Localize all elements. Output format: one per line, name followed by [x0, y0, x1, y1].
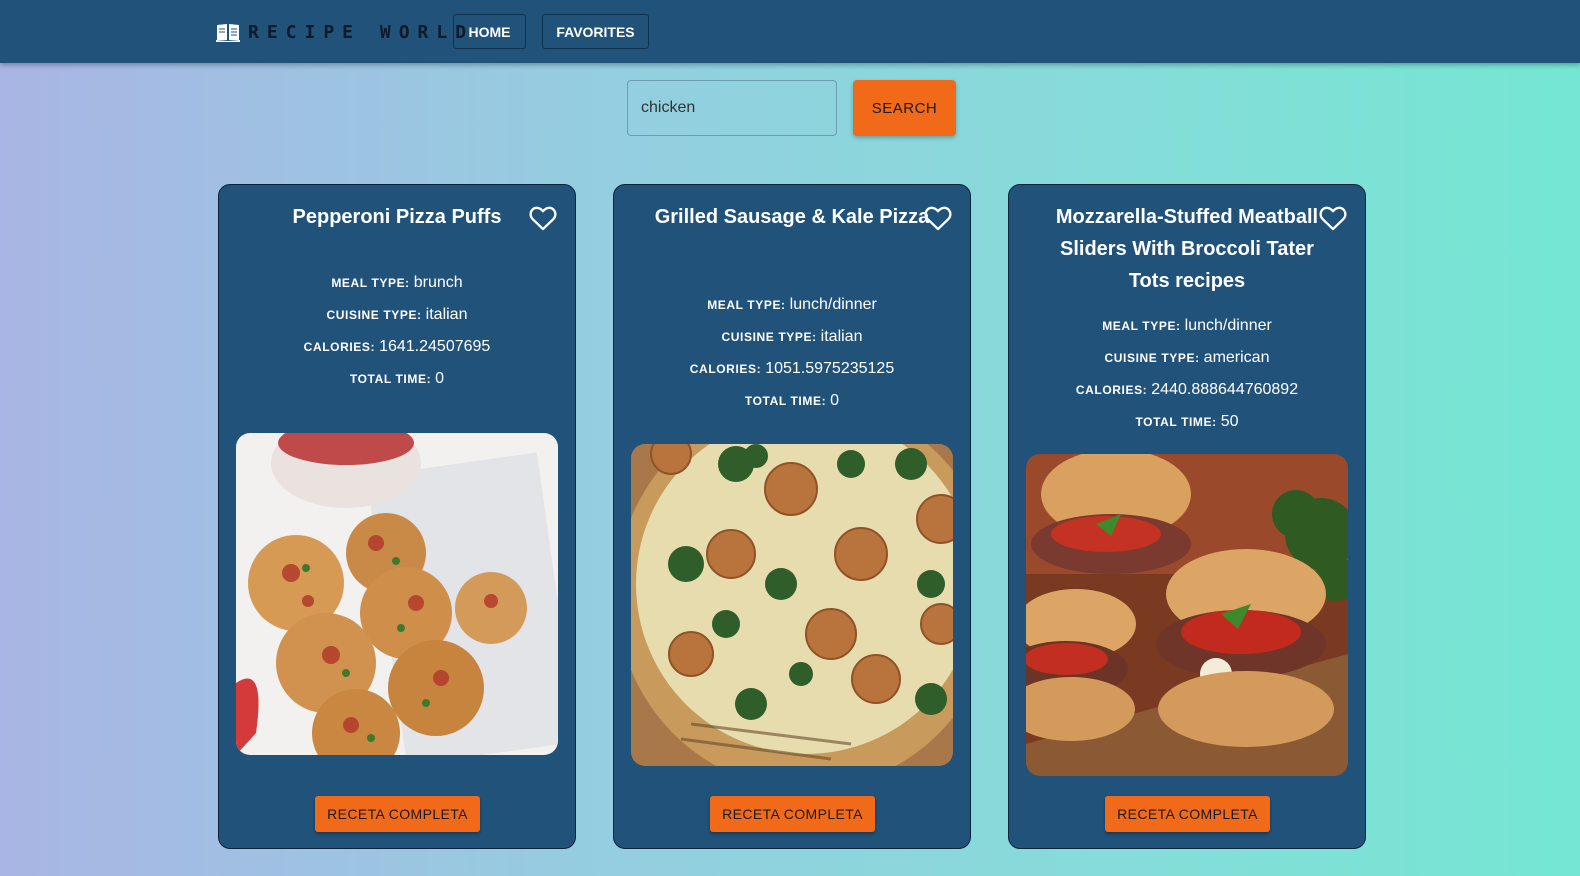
calories-value: 2440.888644760892 — [1151, 381, 1299, 398]
total-time-row: TOTAL TIME: 0 — [219, 363, 575, 395]
meal-type-row: MEAL TYPE: lunch/dinner — [614, 289, 970, 321]
calories-label: CALORIES: — [689, 362, 762, 376]
total-time-label: TOTAL TIME: — [1135, 415, 1217, 429]
recipe-meta: MEAL TYPE: brunch CUISINE TYPE: italian CA… — [219, 267, 575, 395]
recipe-meta: MEAL TYPE: lunch/dinner CUISINE TYPE: ital… — [614, 289, 970, 417]
cuisine-type-value: american — [1203, 349, 1270, 366]
recipe-image — [236, 433, 558, 755]
cuisine-type-label: CUISINE TYPE: — [326, 308, 422, 322]
total-time-value: 0 — [435, 370, 445, 387]
recipe-meta: MEAL TYPE: lunch/dinner CUISINE TYPE: amer… — [1009, 310, 1365, 438]
cuisine-type-label: CUISINE TYPE: — [721, 330, 817, 344]
recipe-image — [1026, 454, 1348, 776]
calories-row: CALORIES: 1641.24507695 — [219, 331, 575, 363]
meal-type-value: lunch/dinner — [1184, 317, 1272, 334]
recipe-title: Pepperoni Pizza Puffs — [292, 206, 502, 228]
heart-outline-icon[interactable] — [924, 205, 952, 231]
cuisine-type-row: CUISINE TYPE: american — [1009, 342, 1365, 374]
full-recipe-button[interactable]: RECETA COMPLETA — [1105, 796, 1270, 832]
home-button[interactable]: HOME — [453, 14, 526, 49]
top-navbar: RECIPE WORLD HOME FAVORITES — [0, 0, 1580, 63]
brand[interactable]: RECIPE WORLD — [216, 20, 474, 44]
recipe-image — [631, 444, 953, 766]
cuisine-type-row: CUISINE TYPE: italian — [614, 321, 970, 353]
favorites-button[interactable]: FAVORITES — [542, 14, 649, 49]
calories-label: CALORIES: — [303, 340, 376, 354]
calories-label: CALORIES: — [1075, 383, 1148, 397]
cuisine-type-row: CUISINE TYPE: italian — [219, 299, 575, 331]
total-time-value: 50 — [1220, 413, 1239, 430]
meal-type-label: MEAL TYPE: — [331, 276, 410, 290]
total-time-label: TOTAL TIME: — [744, 394, 827, 408]
cuisine-type-value: italian — [820, 328, 863, 345]
search-input[interactable] — [627, 80, 837, 136]
total-time-row: TOTAL TIME: 0 — [614, 385, 970, 417]
meal-type-value: lunch/dinner — [789, 296, 877, 313]
book-icon — [216, 24, 240, 42]
recipe-card: Mozzarella-Stuffed Meatball Sliders With… — [1008, 184, 1366, 849]
brand-title: RECIPE WORLD — [248, 21, 475, 43]
calories-value: 1641.24507695 — [379, 338, 491, 355]
cuisine-type-value: italian — [425, 306, 468, 323]
calories-value: 1051.5975235125 — [765, 360, 895, 377]
recipe-title: Mozzarella-Stuffed Meatball Sliders With… — [1055, 206, 1319, 292]
recipe-card: Pepperoni Pizza Puffs MEAL TYPE: brunch C… — [218, 184, 576, 849]
meal-type-value: brunch — [413, 274, 463, 291]
calories-row: CALORIES: 1051.5975235125 — [614, 353, 970, 385]
full-recipe-button[interactable]: RECETA COMPLETA — [710, 796, 875, 832]
total-time-label: TOTAL TIME: — [349, 372, 432, 386]
search-button[interactable]: SEARCH — [853, 80, 956, 136]
total-time-row: TOTAL TIME: 50 — [1009, 406, 1365, 438]
heart-outline-icon[interactable] — [529, 205, 557, 231]
meal-type-row: MEAL TYPE: lunch/dinner — [1009, 310, 1365, 342]
recipe-title: Grilled Sausage & Kale Pizza — [654, 206, 930, 228]
meal-type-label: MEAL TYPE: — [1102, 319, 1181, 333]
meal-type-row: MEAL TYPE: brunch — [219, 267, 575, 299]
full-recipe-button[interactable]: RECETA COMPLETA — [315, 796, 480, 832]
total-time-value: 0 — [830, 392, 840, 409]
cuisine-type-label: CUISINE TYPE: — [1104, 351, 1200, 365]
calories-row: CALORIES: 2440.888644760892 — [1009, 374, 1365, 406]
heart-outline-icon[interactable] — [1319, 205, 1347, 231]
meal-type-label: MEAL TYPE: — [707, 298, 786, 312]
recipe-card: Grilled Sausage & Kale Pizza MEAL TYPE: l… — [613, 184, 971, 849]
